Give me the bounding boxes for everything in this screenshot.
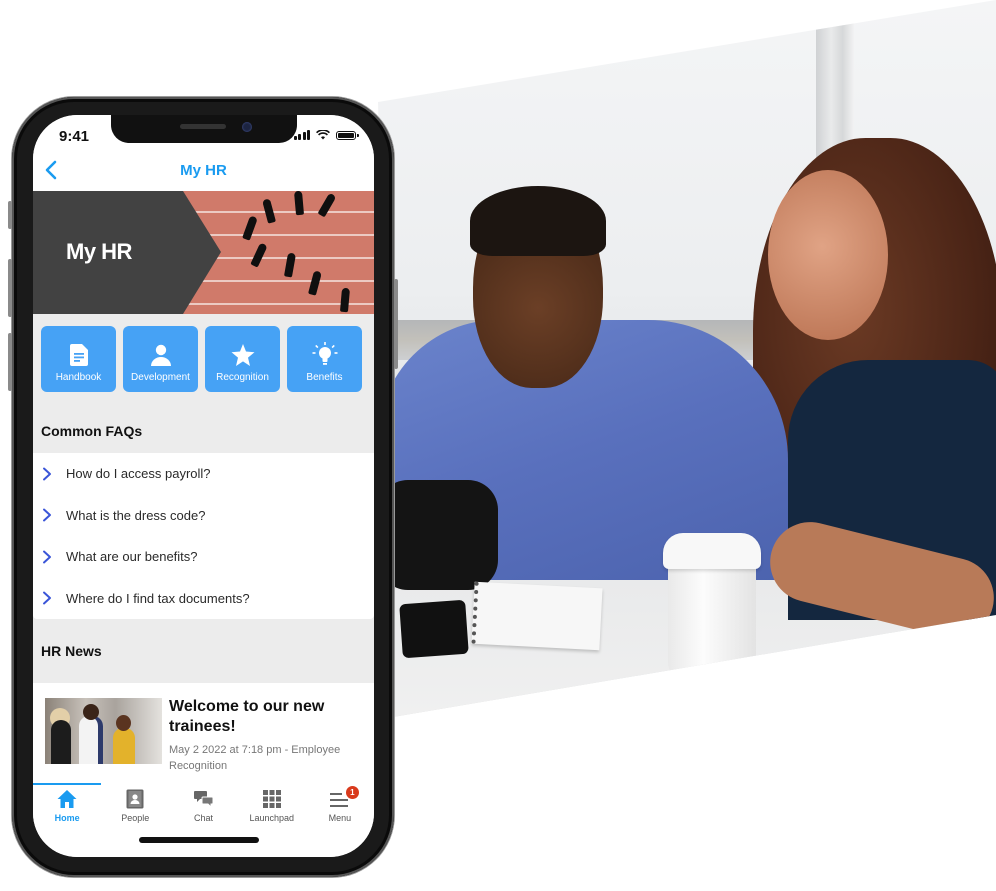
home-indicator[interactable] — [139, 837, 259, 843]
news-heading: HR News — [33, 619, 374, 683]
faq-list: How do I access payroll? What is the dre… — [33, 453, 374, 619]
faq-question: Where do I find tax documents? — [66, 590, 250, 606]
runner-silhouette — [339, 287, 351, 313]
home-icon — [57, 790, 77, 808]
chevron-right-icon — [43, 550, 51, 564]
mute-switch — [8, 201, 12, 229]
notification-badge: 1 — [345, 786, 359, 799]
runner-silhouette — [317, 192, 337, 218]
runner-silhouette — [293, 191, 305, 216]
faq-question: How do I access payroll? — [66, 466, 211, 482]
battery-icon — [336, 130, 359, 140]
faq-question: What is the dress code? — [66, 507, 206, 523]
active-tab-indicator — [33, 783, 101, 785]
tab-menu[interactable]: 1 Menu — [306, 786, 374, 823]
wifi-icon — [316, 130, 330, 140]
coffee-cup-lid — [663, 533, 761, 569]
tab-label: Home — [54, 813, 80, 823]
man-arm — [378, 480, 498, 590]
tab-home[interactable]: Home — [33, 789, 101, 823]
front-camera — [242, 122, 252, 132]
status-icons — [293, 130, 359, 140]
tab-label: Menu — [328, 813, 352, 823]
news-thumbnail — [45, 698, 162, 764]
tab-launchpad[interactable]: Launchpad — [238, 789, 306, 823]
table-smartphone — [399, 599, 469, 659]
navigation-bar: My HR — [33, 151, 374, 191]
tile-handbook[interactable]: Handbook — [41, 326, 116, 392]
document-icon — [69, 344, 88, 366]
runner-silhouette — [242, 215, 258, 241]
tab-people[interactable]: People — [101, 789, 169, 823]
thumb-person — [79, 716, 103, 764]
tile-label: Development — [131, 372, 190, 383]
woman-face — [768, 170, 888, 340]
tile-label: Benefits — [306, 372, 343, 383]
chevron-right-icon — [43, 467, 51, 481]
tile-recognition[interactable]: Recognition — [205, 326, 280, 392]
quick-links: Handbook Development Recognition Benefit… — [33, 314, 374, 410]
hero-banner: My HR — [33, 191, 374, 314]
hero-title: My HR — [66, 239, 132, 264]
phone-mockup: 9:41 My HR My HR Handbook Development Re… — [8, 97, 398, 877]
tile-development[interactable]: Development — [123, 326, 198, 392]
volume-down-button — [8, 333, 12, 391]
contacts-icon — [126, 789, 144, 809]
page-title: My HR — [180, 162, 227, 179]
thumb-person — [116, 715, 131, 731]
thumb-person — [113, 728, 135, 764]
tab-bar: Home People Chat Launchpad 1 Menu — [33, 783, 374, 857]
volume-up-button — [8, 259, 12, 317]
speaker-grille — [180, 124, 226, 129]
tile-label: Handbook — [55, 372, 102, 383]
faqs-heading: Common FAQs — [33, 410, 374, 453]
lightbulb-icon — [312, 342, 337, 365]
faq-item[interactable]: Where do I find tax documents? — [33, 578, 374, 620]
power-button — [394, 279, 398, 369]
notebook — [471, 581, 603, 651]
tile-benefits[interactable]: Benefits — [287, 326, 362, 392]
phone-screen: 9:41 My HR My HR Handbook Development Re… — [33, 115, 374, 857]
faq-question: What are our benefits? — [66, 549, 198, 565]
runner-silhouette — [250, 242, 268, 268]
marketing-photo — [378, 0, 996, 717]
news-card[interactable]: Welcome to our new trainees! May 2 2022 … — [33, 683, 374, 783]
chat-icon — [193, 791, 213, 809]
grid-icon — [262, 790, 281, 808]
notch — [111, 115, 297, 143]
status-time: 9:41 — [59, 128, 90, 145]
faq-item[interactable]: What are our benefits? — [33, 536, 374, 578]
faq-item[interactable]: How do I access payroll? — [33, 453, 374, 495]
news-meta: May 2 2022 at 7:18 pm - Employee Recogni… — [169, 744, 341, 772]
chevron-right-icon — [43, 591, 51, 605]
tab-label: People — [121, 813, 150, 823]
thumb-person — [83, 704, 99, 720]
man-hair — [470, 186, 606, 256]
tile-label: Recognition — [216, 372, 269, 383]
tab-label: Chat — [194, 813, 214, 823]
person-icon — [150, 344, 171, 366]
star-icon — [231, 344, 254, 366]
tab-label: Launchpad — [249, 813, 294, 823]
faq-item[interactable]: What is the dress code? — [33, 495, 374, 537]
runner-silhouette — [308, 270, 322, 296]
thumb-person — [51, 720, 71, 764]
cellular-signal-icon — [293, 130, 310, 140]
tab-chat[interactable]: Chat — [169, 789, 237, 823]
news-title: Welcome to our new trainees! — [169, 698, 325, 735]
chevron-right-icon — [43, 508, 51, 522]
